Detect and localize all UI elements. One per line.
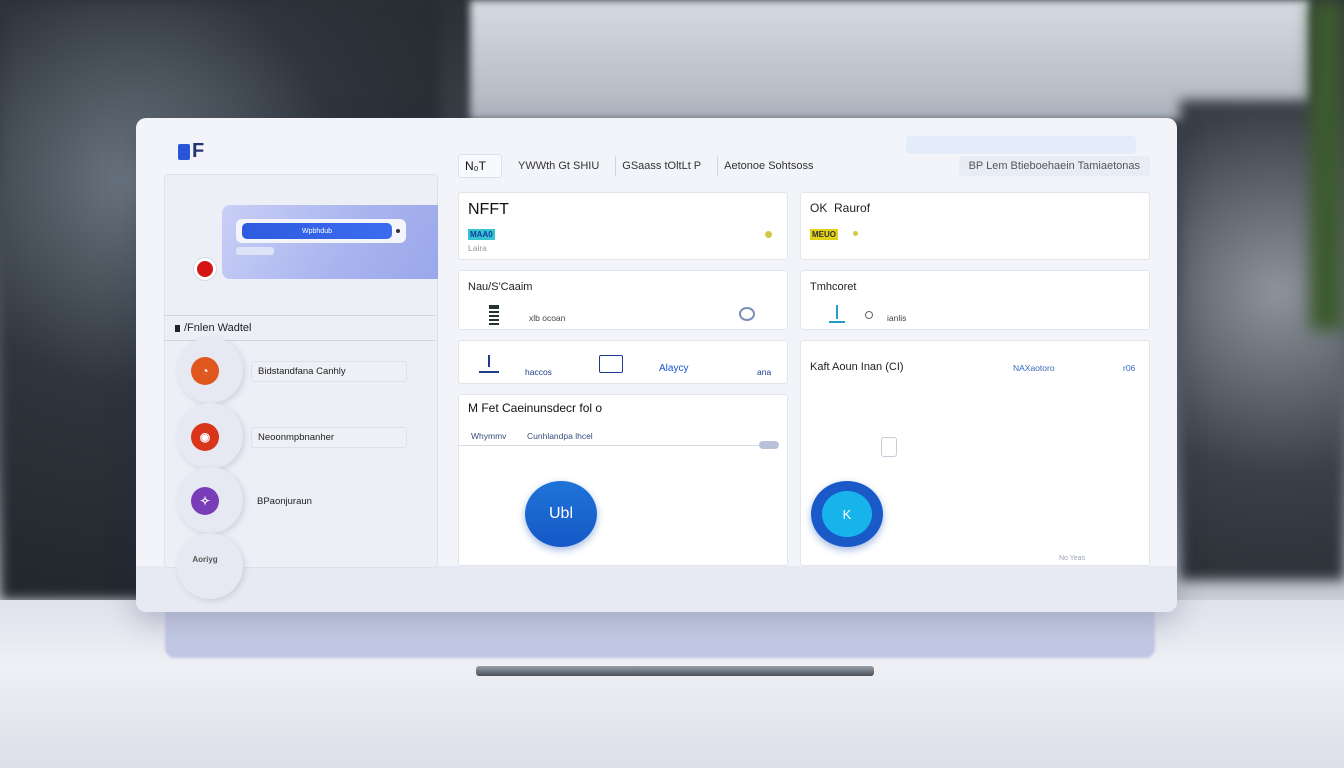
card-kaft-link[interactable]: NAXaotoro [1013,363,1055,373]
faint-glyph-icon [881,437,897,457]
monitor-stand [165,610,1155,658]
sidebar: Wpbhdub /Fnlen Wadtel ◔ Bidstandfana Can… [164,174,438,599]
wallet-pill: Wpbhdub [236,219,406,243]
sidebar-title-label: /Fnlen Wadtel [184,322,252,334]
action-c-label[interactable]: ana [757,367,771,377]
card-timhcoret-sub: ianlis [887,313,907,323]
upload-icon[interactable] [479,355,499,373]
sidebar-item-label: Bidstandfana Canhly [251,360,407,382]
card-raurof[interactable]: OK Raurof MEUO [800,192,1150,260]
card-kaft-footer: No Yeas [1059,555,1086,562]
circle-icon [865,311,873,319]
background-plant [1310,0,1344,330]
card-mfet-left: Whymmv [471,431,507,441]
wallet-sub [236,247,274,255]
tab-nft[interactable]: N₀T [458,154,502,178]
action-a-label[interactable]: haccos [525,367,552,377]
sidebar-item-2[interactable]: ◉ Neoonmpbnanher [177,403,423,469]
sidebar-item-1[interactable]: ◔ Bidstandfana Canhly [177,337,423,403]
avatar-orange-icon: ◔ [191,357,219,385]
kaft-circle-label: K [822,491,872,537]
card-mfet-right: Cunhlandpa lhcel [527,431,593,441]
avatar-purple-icon: ✧ [191,487,219,515]
card-raurof-title: OK Raurof [810,201,870,215]
card-nausgaim[interactable]: Nau/S'Caaim xlb ocoan [458,270,788,330]
card-actions: haccos Alaycy ana [458,340,788,384]
mfet-action-button[interactable]: Ubl [525,481,597,547]
card-timhcoret[interactable]: Tmhcoret ianlis [800,270,1150,330]
tab-4[interactable]: Aetonoe Sohtsoss [717,156,819,176]
app-logo[interactable]: F [178,140,204,163]
card-timhcoret-title: Tmhcoret [810,281,857,293]
link-icon[interactable] [739,307,755,321]
sidebar-item-3[interactable]: ✧ BPaonjuraun [177,467,423,533]
chart-icon[interactable] [599,355,623,373]
logo-mark-icon [178,143,190,160]
divider [459,445,777,446]
sidebar-item-4-label: Aoriyg [192,554,218,564]
monitor-base [476,666,874,676]
card-raurof-label: Raurof [834,201,871,215]
wallet-dot-icon [396,229,400,233]
avatar-red-icon: ◉ [191,423,219,451]
card-nft[interactable]: NFFT MAA0 Laira [458,192,788,260]
tab-3[interactable]: GSaass tOltLt P [615,156,707,176]
yellow-dot-icon [765,231,772,238]
card-nausgaim-title: Nau/S'Caaim [468,281,533,293]
card-nft-title: NFFT [468,201,509,218]
toggle-icon[interactable] [759,441,779,449]
bars-icon [489,305,499,325]
kaft-circle-button[interactable]: K [811,481,883,547]
action-b-label[interactable]: Alaycy [659,363,688,374]
card-raurof-tag: MEUO [810,229,838,240]
card-nft-tag: MAA0 [468,229,495,240]
monitor-screen: F N₀T YWWth Gt SHIU GSaass tOltLt P Aeto… [136,118,1177,612]
sidebar-item-4[interactable]: Aoriyg [177,533,423,599]
record-dot-icon[interactable] [197,261,213,277]
card-raurof-prefix: OK [810,201,828,215]
yellow-dot-icon [853,231,858,236]
tab-2[interactable]: YWWth Gt SHIU [512,156,605,176]
tab-5[interactable]: BP Lem Btieboehaein Tamiaetonas [958,156,1150,176]
wallet-button[interactable]: Wpbhdub [242,223,392,239]
wallet-card[interactable]: Wpbhdub [222,205,438,279]
card-nausgaim-sub: xlb ocoan [529,313,566,323]
logo-text: F [192,140,205,162]
card-mfet-title: M Fet Caeinunsdecr fol o [468,401,603,415]
card-mfet[interactable]: M Fet Caeinunsdecr fol o Whymmv Cunhland… [458,394,788,566]
card-kaft-title: Kaft Aoun Inan (CI) [810,361,904,373]
card-kaft-num: r06 [1123,363,1136,373]
sidebar-item-label: BPaonjuraun [257,495,312,507]
square-icon [175,324,180,332]
plant-icon [829,305,845,323]
card-kaft[interactable]: Kaft Aoun Inan (CI) NAXaotoro r06 K No Y… [800,340,1150,566]
card-nft-sub: Laira [468,243,487,253]
sidebar-item-label: Neoonmpbnanher [251,426,407,448]
top-tabs: N₀T YWWth Gt SHIU GSaass tOltLt P Aetono… [458,154,1150,178]
tab-highlight [906,136,1136,154]
